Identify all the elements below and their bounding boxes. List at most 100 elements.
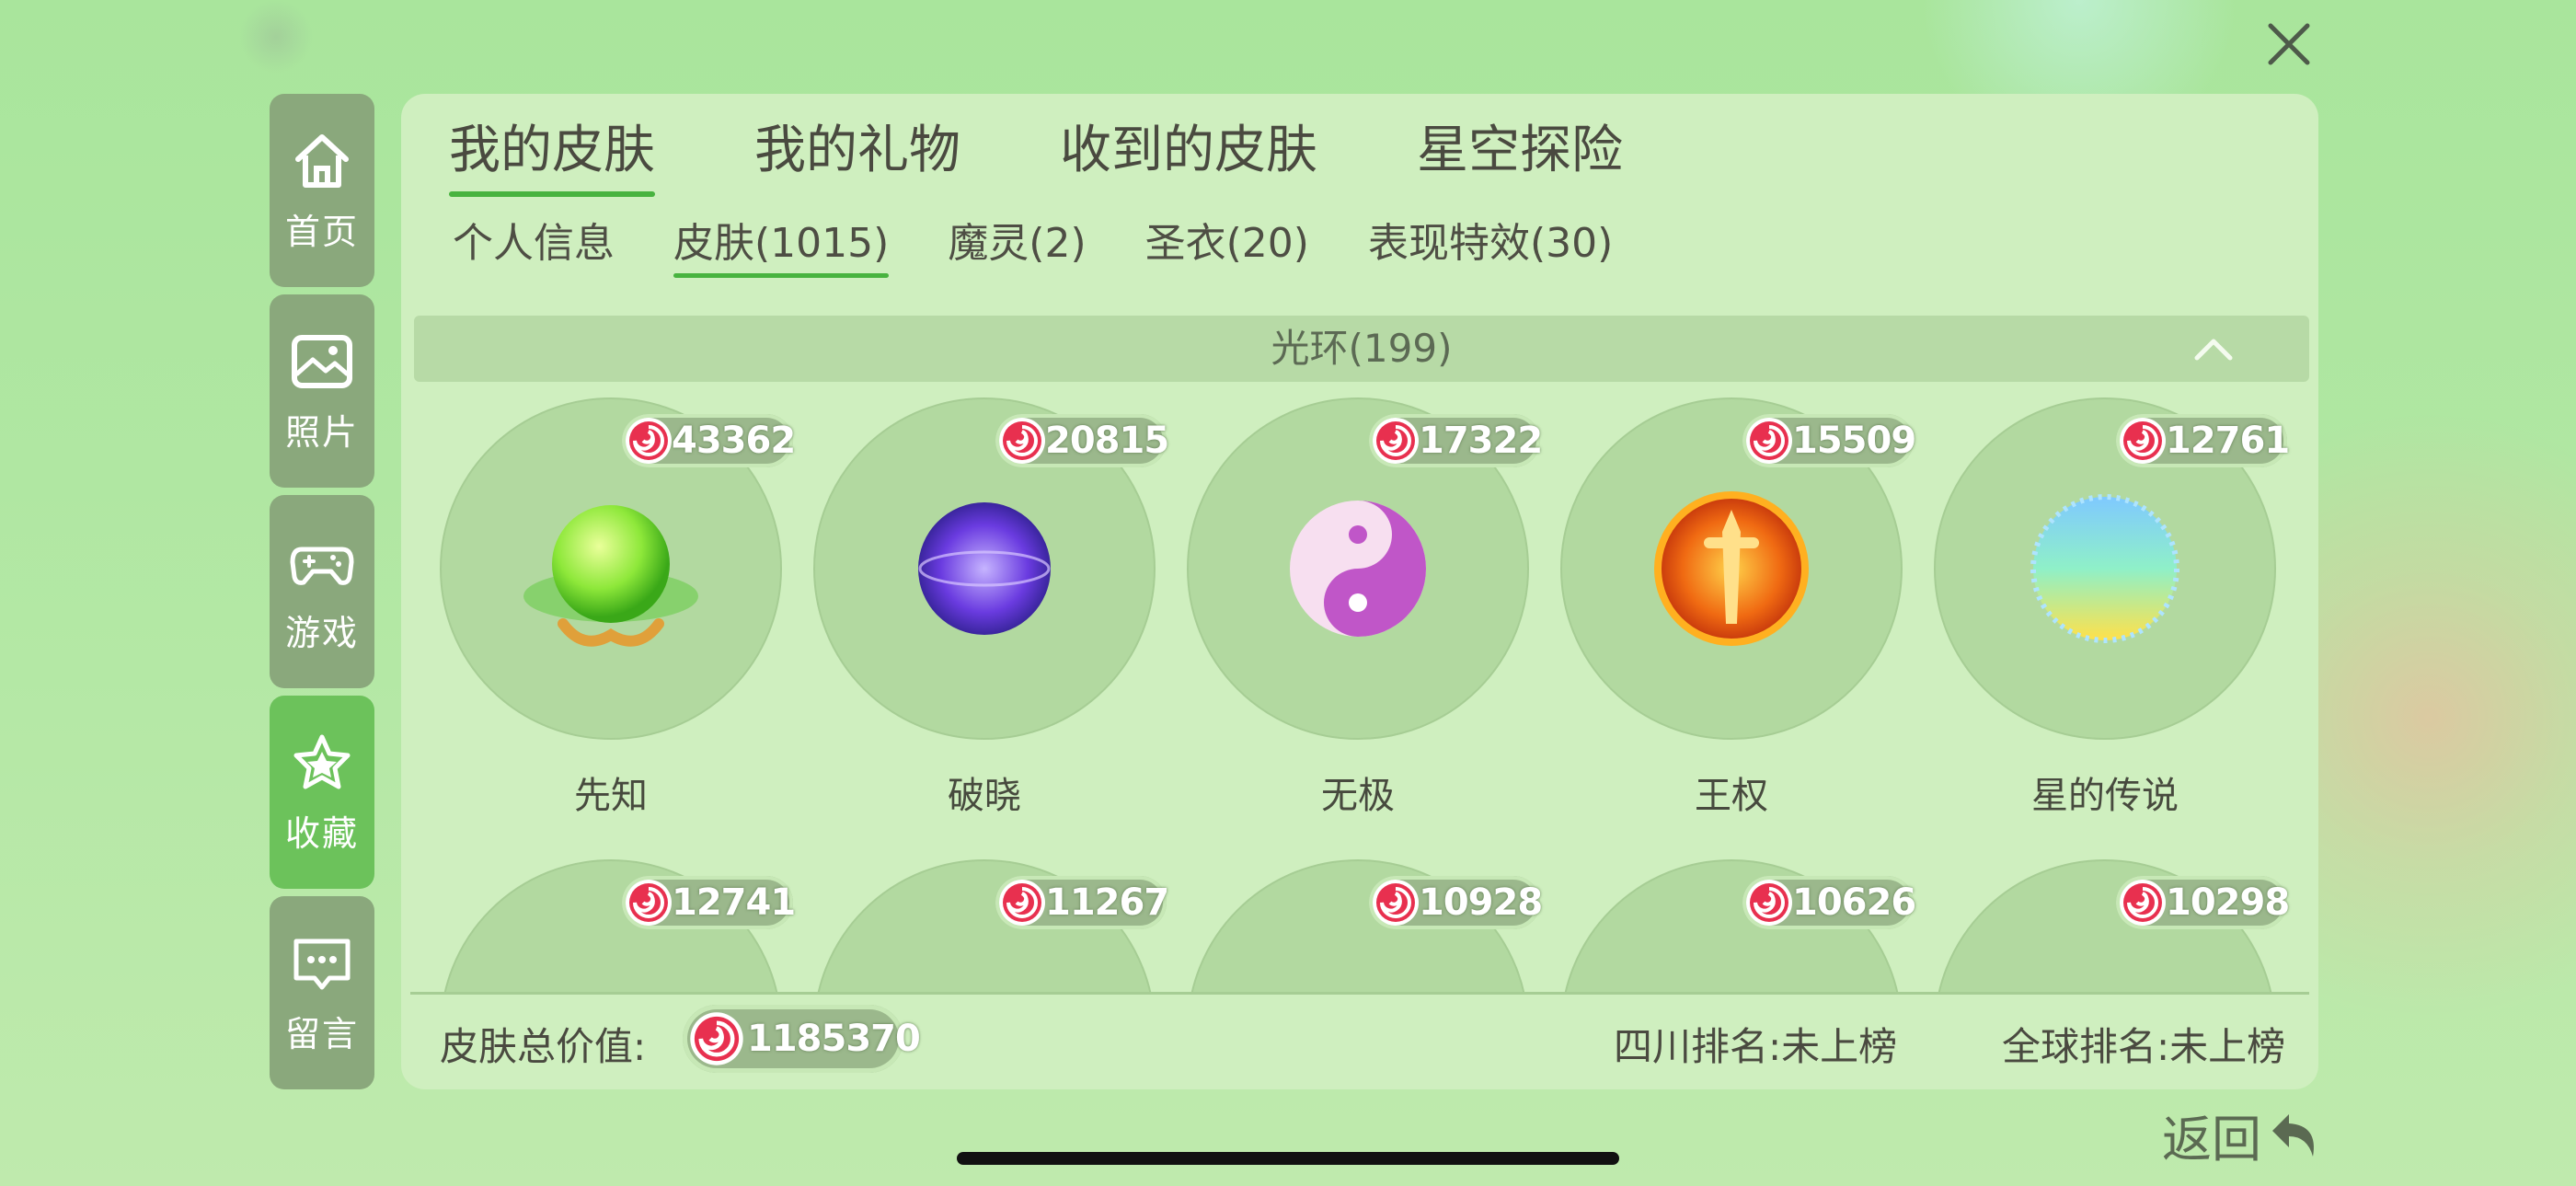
total-value-label: 皮肤总价值: xyxy=(440,1024,647,1069)
rainbow-glow-art xyxy=(1266,938,1450,994)
candy-coin-icon xyxy=(1746,418,1792,464)
footer-divider xyxy=(410,992,2309,995)
tab-star-adventure[interactable]: 星空探险 xyxy=(1417,114,1623,197)
value-badge: 20815 xyxy=(995,414,1169,467)
main-tabs: 我的皮肤 我的礼物 收到的皮肤 星空探险 xyxy=(449,114,1722,197)
value-badge: 12741 xyxy=(622,876,796,929)
value-badge: 10928 xyxy=(1369,876,1543,929)
item-name: 先知 xyxy=(574,775,648,817)
sidebar-item-messages[interactable]: 留言 xyxy=(270,896,374,1089)
total-value-badge: 1185370 xyxy=(683,1005,921,1073)
item-card[interactable]: 12761 星的传说 xyxy=(1934,397,2290,839)
candy-coin-icon xyxy=(999,880,1045,926)
yin-yang-orb-art xyxy=(1290,501,1426,637)
sidebar-item-favorites[interactable]: 收藏 xyxy=(270,696,374,889)
item-value: 20815 xyxy=(1045,420,1169,462)
item-name: 王权 xyxy=(1695,775,1768,817)
item-value: 10626 xyxy=(1792,881,1916,924)
tab-my-skins[interactable]: 我的皮肤 xyxy=(449,114,655,197)
home-indicator xyxy=(957,1152,1619,1165)
subtab-personal-info[interactable]: 个人信息 xyxy=(453,215,615,278)
gamepad-icon xyxy=(290,547,354,585)
item-value: 10928 xyxy=(1419,881,1543,924)
item-value: 11267 xyxy=(1045,881,1169,924)
value-badge: 15509 xyxy=(1742,414,1916,467)
back-label: 返回 xyxy=(2162,1110,2261,1169)
sub-tabs: 个人信息 皮肤(1015) 魔灵(2) 圣衣(20) 表现特效(30) xyxy=(453,215,1672,278)
chevron-up-icon[interactable] xyxy=(2191,334,2236,363)
subtab-armor[interactable]: 圣衣(20) xyxy=(1145,215,1309,278)
back-arrow-icon xyxy=(2272,1114,2314,1157)
value-badge: 43362 xyxy=(622,414,796,467)
sidebar-item-home[interactable]: 首页 xyxy=(270,94,374,287)
item-value: 12741 xyxy=(672,881,796,924)
item-card[interactable]: 43362 先知 xyxy=(440,397,796,839)
section-title: 光环(199) xyxy=(1271,326,1453,371)
photo-icon xyxy=(292,334,352,388)
global-rank: 全球排名:未上榜 xyxy=(2002,1024,2286,1069)
value-badge: 11267 xyxy=(995,876,1169,929)
pink-glow-art xyxy=(2013,938,2197,994)
item-value: 15509 xyxy=(1792,420,1916,462)
candy-coin-icon xyxy=(1373,880,1419,926)
tab-received-skins[interactable]: 收到的皮肤 xyxy=(1060,114,1317,197)
candy-coin-icon xyxy=(2120,418,2166,464)
item-value: 17322 xyxy=(1419,420,1543,462)
item-card[interactable]: 11267 xyxy=(813,859,1169,994)
tab-my-gifts[interactable]: 我的礼物 xyxy=(754,114,960,197)
candy-coin-icon xyxy=(626,880,672,926)
footer-bar: 皮肤总价值: 1185370 四川排名:未上榜 全球排名:未上榜 xyxy=(401,999,2318,1088)
item-card[interactable]: 10298 xyxy=(1934,859,2290,994)
item-name: 星的传说 xyxy=(2031,775,2179,817)
item-value: 12761 xyxy=(2166,420,2290,462)
star-icon xyxy=(293,734,351,789)
candy-coin-icon xyxy=(2120,880,2166,926)
item-card[interactable]: 10626 xyxy=(1560,859,1916,994)
candy-coin-icon xyxy=(690,1012,743,1065)
green-orb-art xyxy=(523,505,698,647)
rainbow-orb-art xyxy=(2030,494,2179,643)
blue-glow-art xyxy=(1639,938,1823,994)
item-card[interactable]: 15509 王权 xyxy=(1560,397,1916,839)
home-icon xyxy=(295,133,349,188)
sidebar-item-label: 游戏 xyxy=(284,612,359,653)
fire-sword-orb-art xyxy=(1654,491,1809,646)
item-value: 10298 xyxy=(2166,881,2290,924)
item-card[interactable]: 17322 无极 xyxy=(1187,397,1543,839)
subtab-effects[interactable]: 表现特效(30) xyxy=(1368,215,1613,278)
item-grid-scroll[interactable]: 43362 先知 20815 破晓 17322 无极 15509 王权 1276… xyxy=(401,397,2318,994)
sidebar-item-label: 留言 xyxy=(284,1013,359,1054)
purple-galaxy-orb-art xyxy=(918,502,1051,635)
subtab-spirits[interactable]: 魔灵(2) xyxy=(948,215,1086,278)
message-icon xyxy=(293,938,351,989)
sidebar-item-label: 首页 xyxy=(284,211,359,252)
item-name: 破晓 xyxy=(948,775,1021,817)
value-badge: 12761 xyxy=(2116,414,2290,467)
value-badge: 10626 xyxy=(1742,876,1916,929)
sidebar-item-games[interactable]: 游戏 xyxy=(270,495,374,688)
candy-coin-icon xyxy=(1746,880,1792,926)
value-badge: 10298 xyxy=(2116,876,2290,929)
subtab-skins[interactable]: 皮肤(1015) xyxy=(673,215,890,278)
golden-crown-art xyxy=(519,938,703,994)
total-value: 1185370 xyxy=(747,1018,921,1060)
close-button[interactable] xyxy=(2261,17,2317,72)
skin-panel: 我的皮肤 我的礼物 收到的皮肤 星空探险 个人信息 皮肤(1015) 魔灵(2)… xyxy=(401,94,2318,1089)
item-grid: 43362 先知 20815 破晓 17322 无极 15509 王权 1276… xyxy=(401,397,2318,1088)
sidebar-item-label: 照片 xyxy=(284,411,359,453)
close-icon xyxy=(2268,23,2310,65)
green-dragon-art xyxy=(892,938,1076,994)
item-card[interactable]: 12741 xyxy=(440,859,796,994)
sichuan-rank: 四川排名:未上榜 xyxy=(1614,1024,1898,1069)
section-header-halo[interactable]: 光环(199) xyxy=(414,316,2309,382)
candy-coin-icon xyxy=(1373,418,1419,464)
sidebar-item-photos[interactable]: 照片 xyxy=(270,294,374,488)
value-badge: 17322 xyxy=(1369,414,1543,467)
back-button[interactable]: 返回 xyxy=(2162,1102,2324,1169)
item-name: 无极 xyxy=(1321,775,1395,817)
candy-coin-icon xyxy=(626,418,672,464)
item-card[interactable]: 10928 xyxy=(1187,859,1543,994)
candy-coin-icon xyxy=(999,418,1045,464)
item-card[interactable]: 20815 破晓 xyxy=(813,397,1169,839)
sidebar-item-label: 收藏 xyxy=(284,812,359,854)
